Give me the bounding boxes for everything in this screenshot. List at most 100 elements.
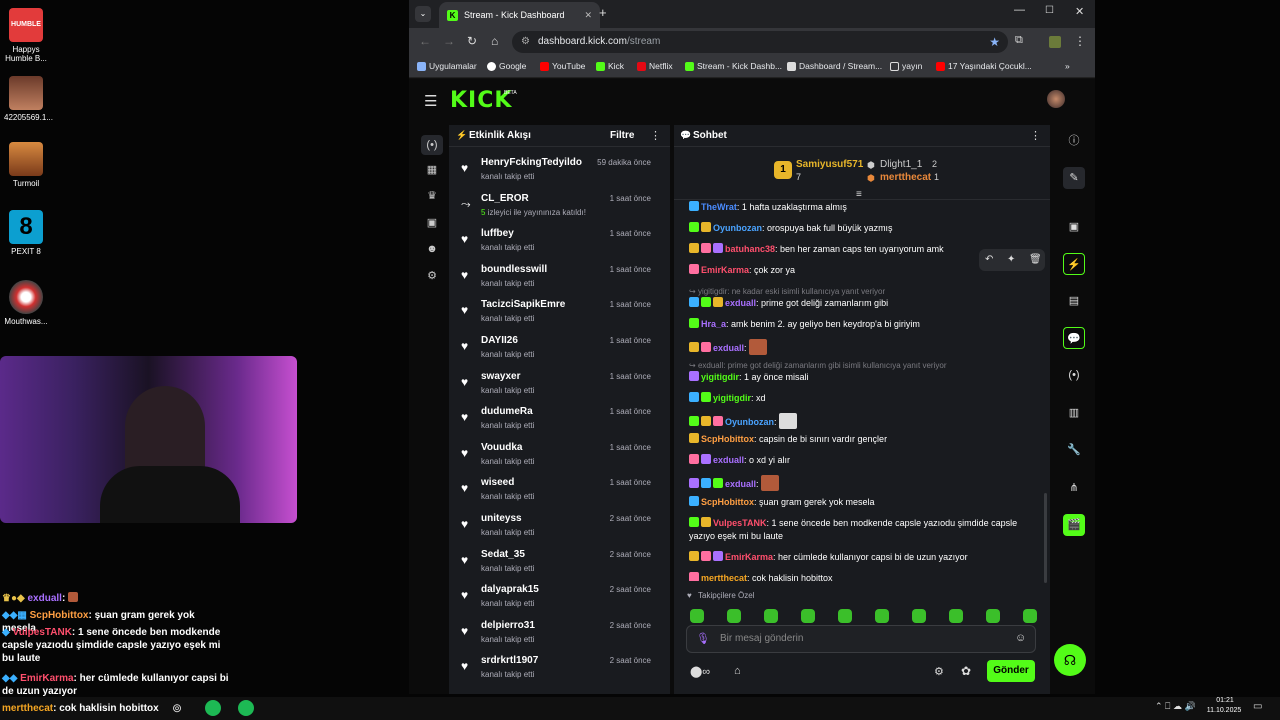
activity-user[interactable]: uniteyss bbox=[481, 513, 522, 524]
activity-user[interactable]: dalyaprak15 bbox=[481, 584, 539, 595]
activity-item[interactable]: ⤳ CL_EROR 5 izleyici ile yayınınıza katı… bbox=[449, 189, 659, 225]
bookmark-dashboard-stream[interactable]: Dashboard / Stream... bbox=[787, 61, 882, 71]
bookmark-google[interactable]: Google bbox=[487, 61, 526, 71]
bookmark-17-yasindaki[interactable]: 17 Yaşındaki Çocukl... bbox=[936, 61, 1032, 71]
bookmark-yayin[interactable]: yayın bbox=[890, 61, 922, 71]
chat-username[interactable]: EmirKarma bbox=[725, 552, 773, 562]
activity-item[interactable]: ♥ DAYII26 kanalı takip etti 1 saat önce bbox=[449, 331, 659, 367]
settings-icon[interactable]: ⚙ bbox=[425, 269, 439, 283]
activity-user[interactable]: Sedat_35 bbox=[481, 549, 525, 560]
chat-message[interactable]: ScpHobittox: capsin de bi sınırı vardır … bbox=[689, 433, 887, 446]
activity-item[interactable]: ♥ uniteyss kanalı takip etti 2 saat önce bbox=[449, 509, 659, 545]
activity-item[interactable]: ♥ dalyaprak15 kanalı takip etti 2 saat ö… bbox=[449, 580, 659, 616]
desktop-icon-mouthwash[interactable]: Mouthwas... bbox=[4, 280, 48, 326]
chat-username[interactable]: yigitigdir bbox=[713, 393, 751, 403]
extensions-icon[interactable]: ⧉ bbox=[1015, 34, 1023, 47]
screen-icon[interactable]: ▣ bbox=[1063, 216, 1085, 238]
hamburger-menu-icon[interactable]: ☰ bbox=[424, 92, 437, 110]
broadcast-icon[interactable]: (•) bbox=[1063, 364, 1085, 386]
tab-search-icon[interactable]: ⌄ bbox=[415, 6, 431, 22]
filter-button[interactable]: Filtre bbox=[610, 130, 634, 141]
forward-icon[interactable]: → bbox=[443, 34, 455, 48]
delete-icon[interactable]: 🗑 bbox=[1029, 254, 1042, 265]
chat-username[interactable]: exduall bbox=[713, 343, 744, 353]
activity-item[interactable]: ♥ dudumeRa kanalı takip etti 1 saat önce bbox=[449, 402, 659, 438]
chat-username[interactable]: mertthecat bbox=[701, 573, 747, 581]
support-headset-icon[interactable]: ☊ bbox=[1054, 644, 1086, 676]
pin-icon[interactable]: ✦ bbox=[1007, 254, 1015, 265]
screen-capture-icon[interactable]: ▣ bbox=[425, 216, 439, 230]
activity-item[interactable]: ♥ delpierro31 kanalı takip etti 2 saat ö… bbox=[449, 616, 659, 652]
activity-user[interactable]: boundlesswill bbox=[481, 264, 547, 275]
chat-message[interactable]: Oyunbozan: orospuya bak full büyük yazmı… bbox=[689, 222, 893, 235]
bookmark-star-icon[interactable]: ★ bbox=[989, 31, 1000, 53]
emote-button[interactable] bbox=[875, 609, 889, 623]
activity-toggle-icon[interactable]: ⚡ bbox=[1063, 253, 1085, 275]
activity-user[interactable]: swayxer bbox=[481, 371, 520, 382]
tray-icons[interactable]: ⌃ ⎕ ☁ 🔊 bbox=[1155, 701, 1196, 712]
maximize-icon[interactable]: ☐ bbox=[1045, 5, 1054, 16]
activity-item[interactable]: ♥ Vouudka kanalı takip etti 1 saat önce bbox=[449, 438, 659, 474]
menu-kebab-icon[interactable]: ⋮ bbox=[1074, 34, 1086, 48]
spotify-icon[interactable] bbox=[238, 700, 254, 716]
activity-user[interactable]: delpierro31 bbox=[481, 620, 535, 631]
chat-username[interactable]: exduall bbox=[725, 298, 756, 308]
emoji-icon[interactable]: ☺ bbox=[1015, 632, 1026, 644]
activity-item[interactable]: ♥ Sedat_35 kanalı takip etti 2 saat önce bbox=[449, 545, 659, 581]
notification-icon[interactable]: ▭ bbox=[1253, 701, 1262, 712]
chat-username[interactable]: yigitigdir bbox=[701, 372, 739, 382]
microphone-icon[interactable]: 🎙 bbox=[696, 632, 710, 645]
chat-message[interactable]: Hra_a: amk benim 2. ay geliyo ben keydro… bbox=[689, 318, 920, 331]
profile-extension-icon[interactable] bbox=[1049, 36, 1061, 48]
chat-message[interactable]: yigitigdir: 1 ay önce misali bbox=[689, 371, 809, 384]
activity-user[interactable]: CL_EROR bbox=[481, 193, 529, 204]
activity-user[interactable]: wiseed bbox=[481, 477, 514, 488]
activity-user[interactable]: TacizciSapikEmre bbox=[481, 299, 565, 310]
activity-item[interactable]: ♥ HenryFckingTedyildo kanalı takip etti … bbox=[449, 153, 659, 189]
chat-settings-icon[interactable]: ⚙ bbox=[934, 665, 944, 678]
activity-item[interactable]: ♥ wiseed kanalı takip etti 1 saat önce bbox=[449, 473, 659, 509]
chat-message[interactable]: exduall: bbox=[689, 475, 781, 491]
close-window-icon[interactable]: ✕ bbox=[1075, 5, 1084, 18]
chat-username[interactable]: Oyunbozan bbox=[725, 417, 774, 427]
back-icon[interactable]: ← bbox=[419, 34, 431, 48]
activity-user[interactable]: Vouudka bbox=[481, 442, 522, 453]
chat-message[interactable]: TheWrat: 1 hafta uzaklaştırma almış bbox=[689, 201, 847, 214]
activity-user[interactable]: dudumeRa bbox=[481, 406, 533, 417]
chat-username[interactable]: exduall bbox=[725, 479, 756, 489]
chat-username[interactable]: VulpesTANK bbox=[713, 518, 767, 528]
site-info-icon[interactable]: ⚙ bbox=[521, 31, 530, 53]
desktop-icon-pexit[interactable]: 8 PEXIT 8 bbox=[4, 210, 48, 256]
loyalty-points-icon[interactable]: ⬤∞ bbox=[690, 665, 710, 678]
chat-input[interactable]: 🎙 Bir mesaj gönderin ☺ bbox=[686, 625, 1036, 653]
chat-username[interactable]: exduall bbox=[713, 455, 744, 465]
share-icon[interactable]: ⋔ bbox=[1063, 477, 1085, 499]
chat-message[interactable]: exduall: prime got deliği zamanlarım gib… bbox=[689, 297, 888, 310]
leader-third-name[interactable]: mertthecat bbox=[880, 172, 931, 183]
activity-item[interactable]: ♥ luffbey kanalı takip etti 1 saat önce bbox=[449, 224, 659, 260]
chat-scrollbar[interactable] bbox=[1044, 493, 1047, 583]
leader-second-name[interactable]: Dlight1_1 bbox=[880, 159, 922, 170]
emote-button[interactable] bbox=[838, 609, 852, 623]
bookmarks-overflow[interactable]: » bbox=[1065, 61, 1070, 71]
chat-message[interactable]: EmirKarma: çok zor ya bbox=[689, 264, 795, 277]
emote-button[interactable] bbox=[1023, 609, 1037, 623]
emote-button[interactable] bbox=[949, 609, 963, 623]
analytics-icon[interactable]: ▦ bbox=[425, 163, 439, 177]
chat-menu-icon[interactable]: ⋮ bbox=[1030, 129, 1041, 142]
info-icon[interactable]: ⓘ bbox=[1063, 130, 1085, 152]
chat-message[interactable]: batuhanc38: ben her zaman caps ten uyarı… bbox=[689, 243, 944, 256]
bot-icon[interactable]: ✿ bbox=[961, 664, 971, 678]
edit-icon[interactable]: ✎ bbox=[1063, 167, 1085, 189]
chat-message[interactable]: yigitigdir: xd bbox=[689, 392, 766, 405]
tab-stream-kick-dashboard[interactable]: K Stream - Kick Dashboard ✕ bbox=[439, 2, 600, 28]
bookmark-netflix[interactable]: Netflix bbox=[637, 61, 673, 71]
bookmark-youtube[interactable]: YouTube bbox=[540, 61, 585, 71]
activity-item[interactable]: ♥ srdrkrtl1907 kanalı takip etti 2 saat … bbox=[449, 651, 659, 687]
store-icon[interactable]: ⌂ bbox=[734, 665, 741, 677]
bookmark-apps[interactable]: Uygulamalar bbox=[417, 61, 477, 71]
minimize-icon[interactable]: — bbox=[1014, 4, 1025, 16]
emote-button[interactable] bbox=[727, 609, 741, 623]
home-icon[interactable]: ⌂ bbox=[491, 34, 498, 48]
reply-icon[interactable]: ↶ bbox=[985, 254, 993, 265]
